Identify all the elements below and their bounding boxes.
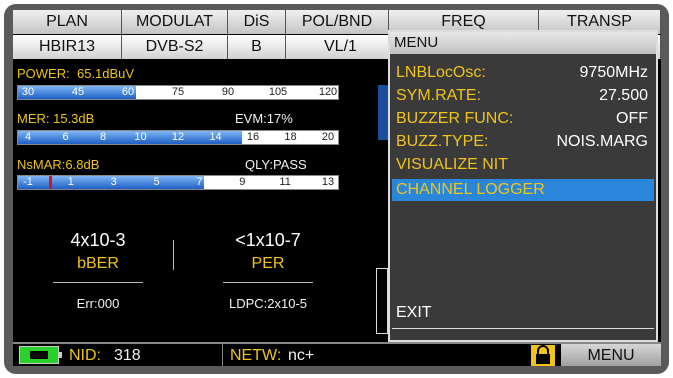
menu-item-value: 27.500 <box>599 87 648 104</box>
power-bar: 30 45 60 75 90 105 120 <box>17 85 339 100</box>
nid-value: 318 <box>114 347 141 364</box>
evm-label: EVM:17% <box>235 111 293 126</box>
netw-value: nc+ <box>288 347 315 364</box>
menu-exit-label: EXIT <box>396 304 432 321</box>
menu-item-value: NOIS.MARG <box>556 133 648 150</box>
mer-bar-tick: 20 <box>321 131 335 143</box>
tab-pol-bnd[interactable]: POL/BND <box>286 10 389 34</box>
menu-item-visualize-nit[interactable]: VISUALIZE NIT <box>392 154 654 176</box>
nsmar-bar-tick: 11 <box>279 176 291 188</box>
mer-bar-tick: 12 <box>171 131 185 143</box>
mer-bar-tick: 18 <box>284 131 297 143</box>
battery-icon <box>19 346 62 364</box>
power-bar-tick: 60 <box>121 86 135 98</box>
menu-exit[interactable]: EXIT <box>392 302 654 324</box>
mer-bar-tick: 6 <box>62 131 69 143</box>
nsmar-bar-tick: 5 <box>153 176 160 188</box>
per-label: PER <box>251 255 285 272</box>
bber-value: 4x10-3 <box>70 230 126 250</box>
tab-plan[interactable]: PLAN <box>13 10 122 34</box>
menu-item-label: VISUALIZE NIT <box>396 156 509 173</box>
info-dis: B <box>228 35 286 59</box>
menu-item-value: 9750MHz <box>579 64 648 81</box>
mer-bar-tick: 16 <box>246 131 260 143</box>
tab-dis[interactable]: DiS <box>228 10 286 34</box>
power-bar-tick: 120 <box>318 86 338 98</box>
info-polarization: VL/1 <box>286 35 389 59</box>
menu-item-label: SYM.RATE: <box>396 87 482 104</box>
ldpc-value: LDPC:2x10-5 <box>228 296 308 311</box>
lock-icon <box>531 345 555 366</box>
bber-errors: Err:000 <box>76 296 120 311</box>
nsmar-bar-tick: 9 <box>239 176 246 188</box>
info-satellite: HBIR13 <box>13 35 122 59</box>
nsmar-label: NsMAR:6.8dB <box>17 157 100 172</box>
qly-label: QLY:PASS <box>245 157 307 172</box>
menu-item-buzz-type[interactable]: BUZZ.TYPE: NOIS.MARG <box>392 131 654 153</box>
menu-button-label: MENU <box>587 347 635 364</box>
menu-item-lnb-local-osc[interactable]: LNBLocOsc: 9750MHz <box>392 62 654 84</box>
menu-item-label: CHANNEL LOGGER <box>396 181 545 198</box>
menu-item-sym-rate[interactable]: SYM.RATE: 27.500 <box>392 85 654 107</box>
screen: PLAN MODULAT DiS POL/BND FREQ TRANSP HBI… <box>13 10 661 366</box>
menu-item-value: OFF <box>616 110 648 127</box>
nid-label: NID: <box>69 347 101 364</box>
mer-bar-tick: 4 <box>24 131 32 143</box>
background-box <box>376 268 388 334</box>
ber-per-separator <box>173 240 174 270</box>
bber-divider <box>53 282 143 283</box>
menu-item-label: BUZZ.TYPE: <box>396 133 489 150</box>
nsmar-bar-tick: 3 <box>110 176 117 188</box>
mer-bar-tick: 14 <box>209 131 222 143</box>
netw-label: NETW: <box>230 347 282 364</box>
mer-bar-tick: 10 <box>134 131 147 143</box>
power-bar-tick: 105 <box>268 86 288 98</box>
status-divider <box>222 344 223 366</box>
power-bar-tick: 90 <box>221 86 235 98</box>
menu-item-label: LNBLocOsc: <box>396 64 486 81</box>
per-divider <box>223 282 313 283</box>
nsmar-bar: -1 1 3 5 7 9 11 13 <box>17 175 339 190</box>
mer-label: MER: 15.3dB <box>17 111 95 126</box>
power-bar-tick: 30 <box>21 86 35 98</box>
power-bar-tick: 75 <box>171 86 185 98</box>
bber-label: bBER <box>77 255 119 272</box>
menu-footer-line <box>392 328 654 329</box>
nsmar-bar-threshold-marker <box>49 176 53 189</box>
nsmar-bar-tick: 1 <box>67 176 74 188</box>
menu-title: MENU <box>390 32 656 54</box>
power-bar-tick: 45 <box>71 86 85 98</box>
menu-item-label: BUZZER FUNC: <box>396 110 514 127</box>
menu-item-buzzer-func[interactable]: BUZZER FUNC: OFF <box>392 108 654 130</box>
tab-modulat[interactable]: MODULAT <box>122 10 228 34</box>
mer-bar: 4 6 8 10 12 14 16 18 20 <box>17 130 339 145</box>
menu-popup: MENU LNBLocOsc: 9750MHz SYM.RATE: 27.500… <box>388 30 658 342</box>
menu-item-channel-logger[interactable]: CHANNEL LOGGER <box>392 179 654 201</box>
nsmar-bar-tick: -1 <box>23 176 33 188</box>
nsmar-bar-tick: 7 <box>196 176 203 188</box>
power-label: POWER: 65.1dBuV <box>17 66 135 81</box>
info-modulation: DVB-S2 <box>122 35 228 59</box>
menu-button[interactable]: MENU <box>561 344 661 366</box>
per-value: <1x10-7 <box>235 230 301 250</box>
nsmar-bar-tick: 13 <box>321 176 335 188</box>
status-bar: NID: 318 NETW: nc+ MENU <box>13 342 661 366</box>
mer-bar-tick: 8 <box>99 131 107 143</box>
